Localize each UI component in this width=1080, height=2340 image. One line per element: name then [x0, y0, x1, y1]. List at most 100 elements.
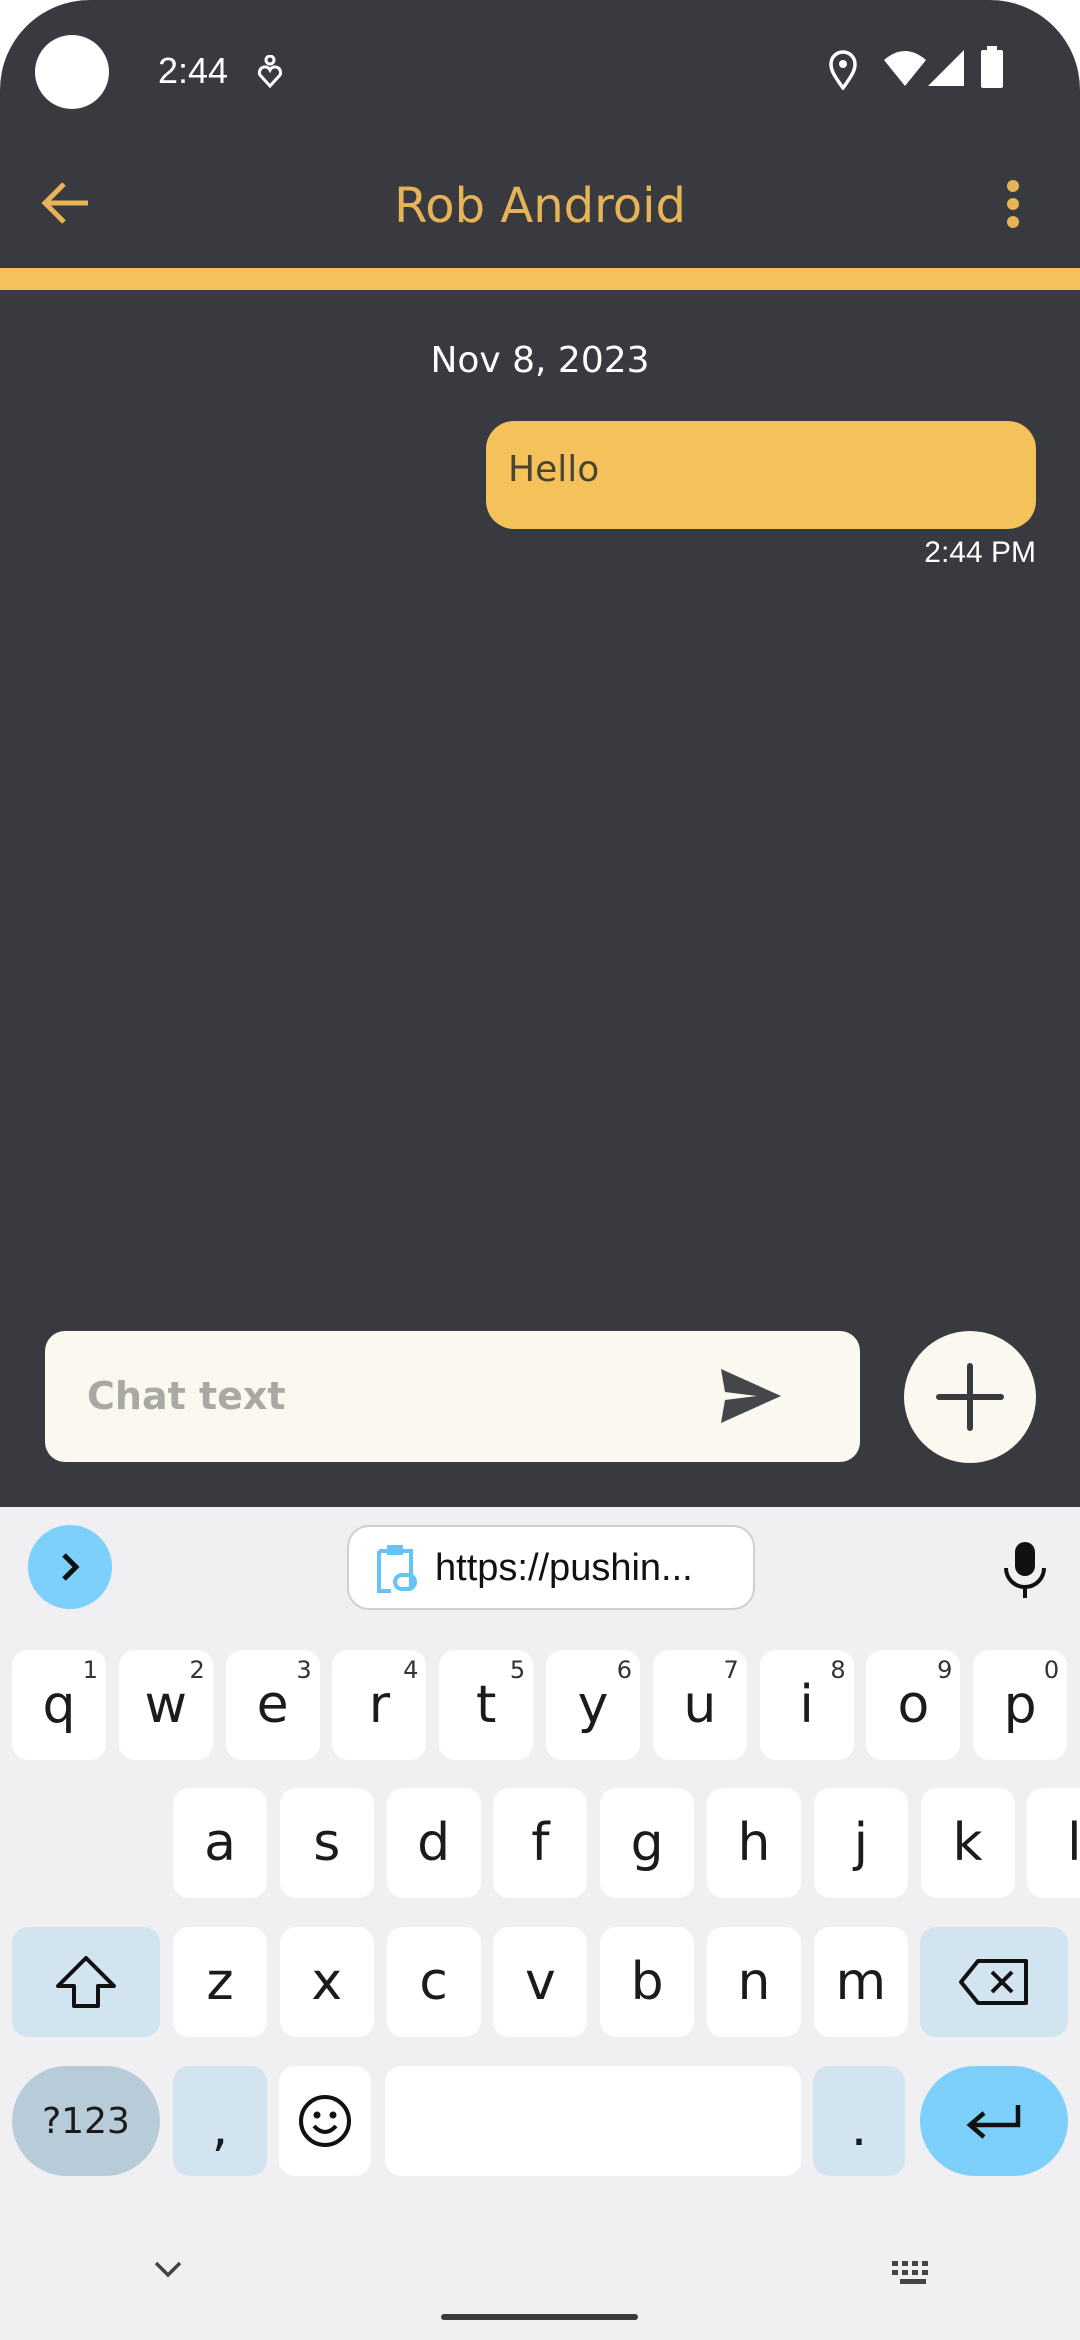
shift-icon: [56, 1956, 116, 2008]
key-hint: 6: [616, 1656, 632, 1684]
key-label: m: [835, 1952, 887, 2012]
key-g[interactable]: g: [600, 1788, 695, 1898]
key-label: v: [525, 1952, 556, 2012]
key-hint: 5: [509, 1656, 526, 1684]
key-label: k: [952, 1813, 983, 1873]
emoji-key[interactable]: [279, 2066, 371, 2176]
screen: 2:44 Rob Android Nov 8, 2023 Hello 2:44 …: [0, 0, 1080, 2340]
key-d[interactable]: d: [386, 1788, 481, 1898]
key-i[interactable]: i8: [759, 1650, 854, 1760]
key-label: h: [737, 1813, 771, 1873]
key-h[interactable]: h: [707, 1788, 801, 1898]
key-label: p: [1003, 1675, 1037, 1735]
chat-text-input[interactable]: [87, 1365, 707, 1427]
key-l[interactable]: l: [1027, 1788, 1080, 1898]
key-label: i: [799, 1675, 814, 1735]
enter-key[interactable]: [920, 2066, 1068, 2176]
key-label: t: [475, 1675, 497, 1735]
navigation-handle[interactable]: [441, 2314, 638, 2320]
key-m[interactable]: m: [813, 1927, 908, 2037]
key-label: r: [368, 1675, 391, 1735]
key-label: y: [577, 1675, 609, 1735]
key-z[interactable]: z: [173, 1927, 267, 2037]
key-hint: 3: [296, 1656, 312, 1684]
comma-key[interactable]: ,: [173, 2066, 267, 2176]
key-v[interactable]: v: [493, 1927, 588, 2037]
key-label: j: [853, 1813, 869, 1873]
key-label: c: [419, 1952, 448, 2012]
key-label: a: [204, 1813, 236, 1873]
key-p[interactable]: p0: [973, 1650, 1068, 1760]
period-key[interactable]: .: [813, 2066, 905, 2176]
key-a[interactable]: a: [173, 1788, 267, 1898]
keyboard: https://pushin... q1w2e3r4t5y6u7i8o9p0as…: [0, 1507, 1080, 2340]
key-q[interactable]: q1: [12, 1650, 106, 1760]
key-c[interactable]: c: [386, 1927, 481, 2037]
key-hint: 0: [1043, 1656, 1060, 1684]
key-f[interactable]: f: [493, 1788, 588, 1898]
microphone-button[interactable]: [1000, 1540, 1050, 1600]
message-bubble-outgoing[interactable]: Hello: [486, 421, 1036, 529]
key-label: e: [256, 1675, 289, 1735]
clipboard-link-icon: [377, 1545, 417, 1593]
message-timestamp: 2:44 PM: [924, 536, 1036, 569]
date-separator: Nov 8, 2023: [430, 340, 650, 381]
clipboard-suggestion-text: https://pushin...: [435, 1547, 693, 1589]
accessibility-icon: [257, 55, 283, 89]
clipboard-suggestion-chip[interactable]: https://pushin...: [347, 1525, 755, 1610]
symbols-key[interactable]: ?123: [12, 2066, 160, 2176]
key-label: g: [630, 1813, 664, 1873]
keyboard-switch-icon[interactable]: [890, 2259, 936, 2287]
key-hint: 8: [830, 1656, 846, 1684]
key-r[interactable]: r4: [332, 1650, 427, 1760]
hide-keyboard-button[interactable]: [152, 2259, 184, 2279]
battery-icon: [981, 46, 1003, 88]
key-e[interactable]: e3: [225, 1650, 320, 1760]
key-k[interactable]: k: [920, 1788, 1015, 1898]
location-icon: [829, 50, 857, 90]
status-time: 2:44: [158, 50, 229, 91]
camera-cutout: [35, 35, 109, 109]
key-x[interactable]: x: [279, 1927, 374, 2037]
key-label: f: [531, 1813, 550, 1873]
key-y[interactable]: y6: [546, 1650, 640, 1760]
key-label: ?123: [42, 2100, 130, 2142]
send-button[interactable]: [717, 1365, 787, 1427]
space-key[interactable]: [385, 2066, 801, 2176]
more-vert-icon[interactable]: [998, 178, 1028, 230]
key-o[interactable]: o9: [866, 1650, 961, 1760]
key-label: z: [206, 1952, 234, 2012]
key-label: s: [313, 1813, 341, 1873]
conversation-title: Rob Android: [394, 178, 686, 234]
key-label: n: [737, 1952, 771, 2012]
toolbar-divider: [0, 268, 1080, 290]
key-hint: 4: [403, 1656, 419, 1684]
key-label: x: [311, 1952, 343, 2012]
key-hint: 9: [937, 1656, 953, 1684]
expand-toolbar-button[interactable]: [28, 1525, 112, 1609]
backspace-icon: [959, 1959, 1028, 2005]
key-hint: 7: [723, 1656, 739, 1684]
key-label: l: [1067, 1813, 1080, 1873]
wifi-icon: [884, 51, 926, 86]
add-attachment-button[interactable]: [904, 1331, 1036, 1463]
key-j[interactable]: j: [813, 1788, 908, 1898]
emoji-icon: [299, 2095, 351, 2147]
key-label: u: [683, 1675, 717, 1735]
key-label: .: [850, 2098, 868, 2158]
backspace-key[interactable]: [920, 1927, 1068, 2037]
key-hint: 1: [82, 1656, 98, 1684]
key-hint: 2: [189, 1656, 205, 1684]
key-n[interactable]: n: [707, 1927, 801, 2037]
key-label: o: [897, 1675, 930, 1735]
key-label: ,: [211, 2098, 229, 2158]
key-label: w: [144, 1675, 188, 1735]
key-t[interactable]: t5: [439, 1650, 534, 1760]
key-label: b: [630, 1952, 664, 2012]
key-s[interactable]: s: [279, 1788, 374, 1898]
key-b[interactable]: b: [600, 1927, 695, 2037]
signal-icon: [928, 50, 964, 86]
shift-key[interactable]: [12, 1927, 160, 2037]
key-u[interactable]: u7: [652, 1650, 747, 1760]
key-w[interactable]: w2: [118, 1650, 213, 1760]
